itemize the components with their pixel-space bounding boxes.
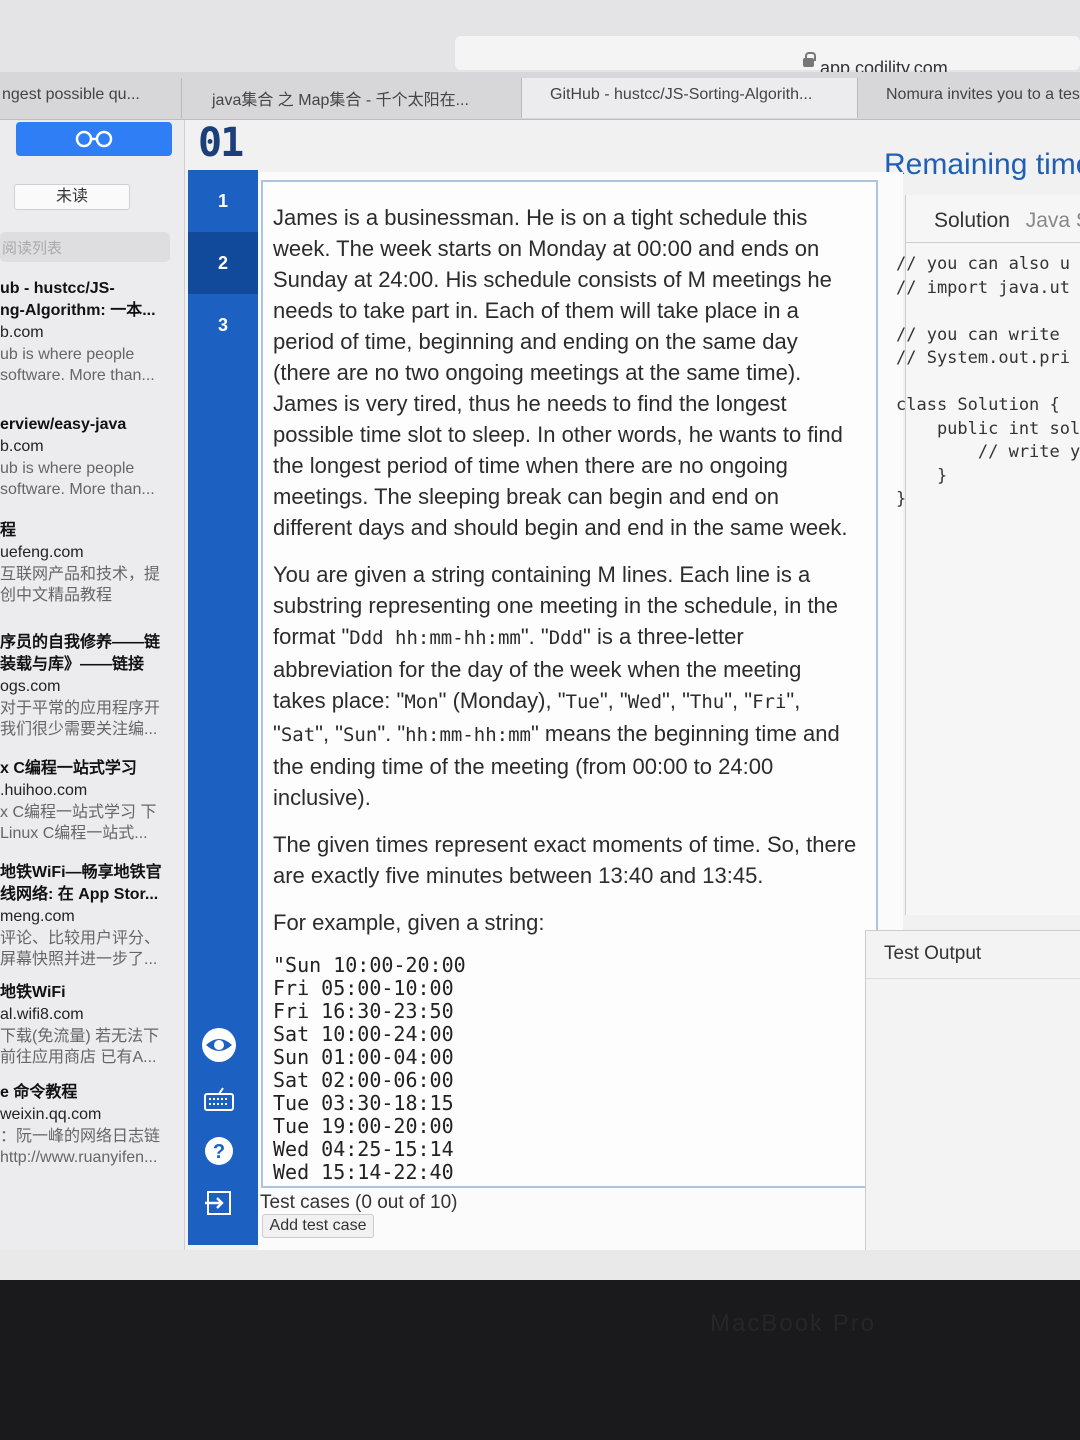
item-domain: b.com xyxy=(0,324,44,341)
browser-tab[interactable]: Nomura invites you to a tes xyxy=(858,78,1080,118)
browser-toolbar: app.codility.com xyxy=(0,0,1080,78)
item-description: 对于平常的应用程序开 xyxy=(0,700,161,717)
item-description: ub is where people xyxy=(0,346,135,363)
task-logo: 01 xyxy=(198,120,244,166)
address-bar[interactable] xyxy=(455,36,1080,70)
example-input: "Sun 10:00-20:00 Fri 05:00-10:00 Fri 16:… xyxy=(273,953,466,1187)
item-description: 屏幕快照并进一步了... xyxy=(0,951,158,968)
text-fragment: " (Monday), " xyxy=(438,688,566,713)
reading-list-item[interactable]: ub - hustcc/JS- ng-Algorithm: 一本... b.co… xyxy=(0,278,184,386)
item-description: software. More than... xyxy=(0,367,155,384)
lock-icon xyxy=(803,52,816,67)
eye-icon[interactable] xyxy=(200,1026,238,1064)
inline-code: Thu xyxy=(689,691,725,713)
browser-tab[interactable]: java集合 之 Map集合 - 千个太阳在... xyxy=(182,78,522,118)
item-domain: b.com xyxy=(0,438,44,455)
editor-header: Solution Java S xyxy=(906,195,1080,243)
reading-list-item[interactable]: 地铁WiFi al.wifi8.com 下载(免流量) 若无法下 前往应用商店 … xyxy=(0,982,184,1068)
svg-text:?: ? xyxy=(213,1141,225,1163)
reading-list-item[interactable]: x C编程一站式学习 .huihoo.com x C编程一站式学习 下 Linu… xyxy=(0,758,184,844)
keyboard-icon[interactable] xyxy=(200,1082,238,1120)
item-title: ub - hustcc/JS- xyxy=(0,280,115,297)
test-cases-label: Test cases (0 out of 10) xyxy=(260,1192,458,1213)
item-domain: al.wifi8.com xyxy=(0,1006,84,1023)
item-description: 创中文精品教程 xyxy=(0,587,113,604)
item-title: x C编程一站式学习 xyxy=(0,760,137,777)
reading-list-search[interactable]: 阅读列表 xyxy=(0,232,170,262)
task-paragraph: You are given a string containing M line… xyxy=(273,562,840,810)
item-title: 序员的自我修养——链 xyxy=(0,634,161,651)
reading-list-sidebar: 未读 阅读列表 ub - hustcc/JS- ng-Algorithm: 一本… xyxy=(0,120,185,1250)
item-title: ng-Algorithm: 一本... xyxy=(0,302,156,319)
task-nav-rail: 1 2 3 ? xyxy=(188,170,258,1245)
help-icon[interactable]: ? xyxy=(200,1132,238,1170)
item-title: 装载与库》——链接 xyxy=(0,656,145,673)
item-description: 互联网产品和技术，提 xyxy=(0,566,161,583)
task-nav-item-3[interactable]: 3 xyxy=(188,294,258,356)
inline-code: hh:mm-hh:mm xyxy=(405,724,531,746)
inline-code: Sun xyxy=(342,724,378,746)
inline-code: Fri xyxy=(752,691,787,713)
task-paragraph: James is a businessman. He is on a tight… xyxy=(273,205,848,540)
item-title: erview/easy-java xyxy=(0,416,127,433)
item-description: x C编程一站式学习 下 xyxy=(0,804,157,821)
bezel-brand: MacBook Pro xyxy=(710,1310,877,1337)
unread-filter-button[interactable]: 未读 xyxy=(14,184,130,210)
reading-list-item[interactable]: 地铁WiFi—畅享地铁官 线网络: 在 App Stor... meng.com… xyxy=(0,862,184,970)
task-description[interactable]: James is a businessman. He is on a tight… xyxy=(261,180,878,1188)
inline-code: Mon xyxy=(404,691,439,713)
item-description: 我们很少需要关注编... xyxy=(0,721,158,738)
tab-bar: ngest possible qu... java集合 之 Map集合 - 千个… xyxy=(0,72,1080,120)
browser-tab[interactable]: ngest possible qu... xyxy=(0,78,182,118)
item-description: ub is where people xyxy=(0,460,135,477)
item-description: software. More than... xyxy=(0,481,155,498)
reading-list-item[interactable]: e 命令教程 weixin.qq.com ：阮一峰的网络日志链 http://w… xyxy=(0,1082,184,1168)
code-editor[interactable]: // you can also u // import java.ut // y… xyxy=(896,253,1080,512)
task-description-panel: James is a businessman. He is on a tight… xyxy=(258,172,903,1250)
inline-code: Sat xyxy=(280,724,316,746)
item-domain: weixin.qq.com xyxy=(0,1106,102,1123)
item-domain: meng.com xyxy=(0,908,75,925)
test-output-title: Test Output xyxy=(884,943,982,964)
item-title: e 命令教程 xyxy=(0,1084,78,1101)
reading-list-item[interactable]: erview/easy-java b.com ub is where peopl… xyxy=(0,414,184,500)
item-description: 前往应用商店 已有A... xyxy=(0,1049,157,1066)
item-title: 地铁WiFi—畅享地铁官 xyxy=(0,864,162,881)
inline-code: Ddd hh:mm-hh:mm xyxy=(349,627,521,649)
editor-panel: Solution Java S // you can also u // imp… xyxy=(896,195,1080,915)
screen: app.codility.com ngest possible qu... ja… xyxy=(0,0,1080,1280)
item-domain: ogs.com xyxy=(0,678,61,695)
task-paragraph: The given times represent exact moments … xyxy=(273,832,857,888)
exit-icon[interactable] xyxy=(200,1184,238,1222)
item-description: Linux C编程一站式... xyxy=(0,825,148,842)
item-description: 下载(免流量) 若无法下 xyxy=(0,1028,160,1045)
browser-tab[interactable]: GitHub - hustcc/JS-Sorting-Algorith... xyxy=(522,78,858,118)
screen-bottom-edge xyxy=(0,1250,1080,1280)
test-output-panel: Test Output xyxy=(865,930,1080,1250)
item-domain: uefeng.com xyxy=(0,544,84,561)
item-description: http://www.ruanyifen... xyxy=(0,1149,158,1166)
divider xyxy=(866,978,1080,979)
inline-code: Tue xyxy=(565,691,600,713)
reading-list-item[interactable]: 程 uefeng.com 互联网产品和技术，提 创中文精品教程 xyxy=(0,520,184,606)
inline-code: Wed xyxy=(627,691,663,713)
item-title: 地铁WiFi xyxy=(0,984,66,1001)
solution-tab[interactable]: Solution xyxy=(934,209,1010,232)
item-domain: .huihoo.com xyxy=(0,782,88,799)
glasses-icon xyxy=(75,130,113,148)
item-title: 程 xyxy=(0,522,17,539)
item-title: 线网络: 在 App Stor... xyxy=(0,886,159,903)
task-paragraph: For example, given a string: xyxy=(273,910,545,935)
item-description: 评论、比较用户评分、 xyxy=(0,930,161,947)
reading-list-item[interactable]: 序员的自我修养——链 装载与库》——链接 ogs.com 对于平常的应用程序开 … xyxy=(0,632,184,740)
remaining-time-label: Remaining time: xyxy=(884,148,1080,181)
task-nav-item-2[interactable]: 2 xyxy=(188,232,258,294)
item-description: ：阮一峰的网络日志链 xyxy=(0,1128,161,1145)
reading-list-tab[interactable] xyxy=(16,122,172,156)
text-fragment: ". " xyxy=(520,624,549,649)
language-select[interactable]: Java S xyxy=(1026,209,1080,232)
inline-code: Ddd xyxy=(548,627,584,649)
add-test-case-button[interactable]: Add test case xyxy=(262,1214,374,1238)
task-nav-item-1[interactable]: 1 xyxy=(188,170,258,232)
